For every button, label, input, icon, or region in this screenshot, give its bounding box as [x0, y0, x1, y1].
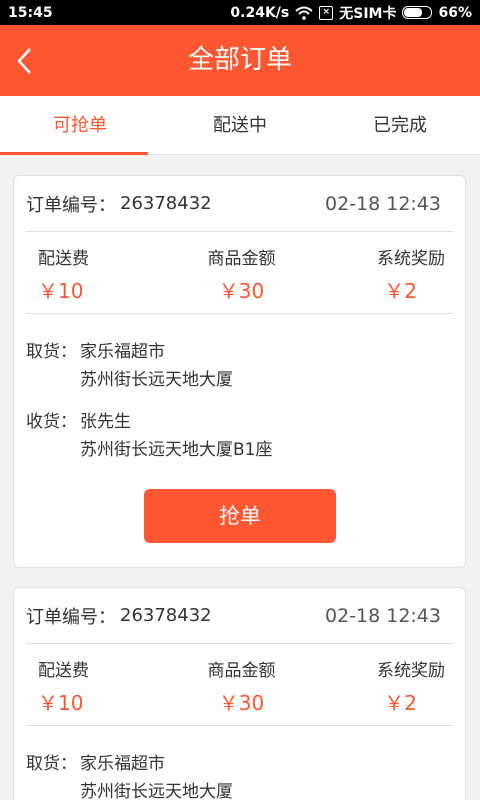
- wifi-icon: [295, 6, 313, 20]
- order-number: 26378432: [120, 605, 212, 626]
- order-time: 02-18 12:43: [324, 604, 441, 627]
- fee-label: 商品金额: [207, 249, 276, 269]
- pickup-line: 取货： 家乐福超市: [26, 746, 453, 777]
- pickup-address: 苏州街长远天地大厦: [80, 370, 233, 390]
- fee-reward: 系统奖励 ￥2: [309, 656, 453, 725]
- network-speed: 0.24K/s: [230, 4, 290, 21]
- fee-value: ￥10: [38, 691, 84, 715]
- receive-line: 收货： 张先生: [26, 404, 453, 435]
- order-number-label: 订单编号：: [26, 194, 116, 216]
- order-number-label: 订单编号：: [26, 606, 116, 628]
- order-number: 26378432: [120, 193, 212, 214]
- order-addresses: 取货： 家乐福超市 苏州街长远天地大厦: [26, 726, 453, 800]
- receive-name: 张先生: [80, 412, 131, 432]
- order-header: 订单编号： 26378432 02-18 12:43: [26, 176, 453, 232]
- order-time: 02-18 12:43: [324, 192, 441, 215]
- receive-label: 收货：: [26, 412, 77, 432]
- tab-completed[interactable]: 已完成: [320, 96, 480, 154]
- status-time: 15:45: [8, 4, 53, 21]
- battery-fill: [404, 8, 422, 17]
- order-card: 订单编号： 26378432 02-18 12:43 配送费 ￥10 商品金额 …: [13, 587, 466, 800]
- fee-label: 商品金额: [207, 661, 276, 681]
- fee-value: ￥2: [384, 279, 418, 303]
- fee-goods: 商品金额 ￥30: [174, 656, 310, 725]
- fee-value: ￥10: [38, 279, 84, 303]
- fee-value: ￥2: [384, 691, 418, 715]
- fee-goods: 商品金额 ￥30: [174, 244, 310, 313]
- fee-label: 系统奖励: [377, 661, 446, 681]
- fee-delivery: 配送费 ￥10: [26, 656, 174, 725]
- receive-address: 苏州街长远天地大厦B1座: [80, 440, 273, 460]
- fee-value: ￥30: [218, 691, 265, 715]
- pickup-name: 家乐福超市: [80, 342, 165, 362]
- tab-delivering[interactable]: 配送中: [160, 96, 320, 154]
- fee-reward: 系统奖励 ￥2: [309, 244, 453, 313]
- nav-bar: 全部订单: [0, 25, 480, 96]
- sim-icon: ×: [319, 5, 334, 20]
- fee-value: ￥30: [218, 279, 265, 303]
- order-fees: 配送费 ￥10 商品金额 ￥30 系统奖励 ￥2: [26, 644, 453, 726]
- tab-available[interactable]: 可抢单: [0, 96, 160, 155]
- pickup-address: 苏州街长远天地大厦: [80, 782, 233, 800]
- pickup-label: 取货：: [26, 754, 77, 774]
- order-header: 订单编号： 26378432 02-18 12:43: [26, 588, 453, 644]
- grab-order-button[interactable]: 抢单: [144, 489, 336, 543]
- status-bar: 15:45 0.24K/s × 无SIM卡 66%: [0, 0, 480, 25]
- pickup-line: 取货： 家乐福超市: [26, 334, 453, 365]
- order-addresses: 取货： 家乐福超市 苏州街长远天地大厦 收货： 张先生 苏州街长远天地大厦B1座: [26, 314, 453, 466]
- fee-label: 配送费: [38, 661, 89, 681]
- fee-label: 系统奖励: [377, 249, 446, 269]
- battery-percent: 66%: [438, 4, 472, 21]
- sim-status: 无SIM卡: [339, 5, 397, 22]
- order-card: 订单编号： 26378432 02-18 12:43 配送费 ￥10 商品金额 …: [13, 175, 466, 568]
- fee-label: 配送费: [38, 249, 89, 269]
- pickup-name: 家乐福超市: [80, 754, 165, 774]
- fee-delivery: 配送费 ￥10: [26, 244, 174, 313]
- page-title: 全部订单: [187, 45, 292, 75]
- status-right: 0.24K/s × 无SIM卡 66%: [230, 3, 472, 23]
- order-tabs: 可抢单 配送中 已完成: [0, 96, 480, 155]
- pickup-label: 取货：: [26, 342, 77, 362]
- battery-icon: [402, 6, 433, 19]
- order-fees: 配送费 ￥10 商品金额 ￥30 系统奖励 ￥2: [26, 232, 453, 314]
